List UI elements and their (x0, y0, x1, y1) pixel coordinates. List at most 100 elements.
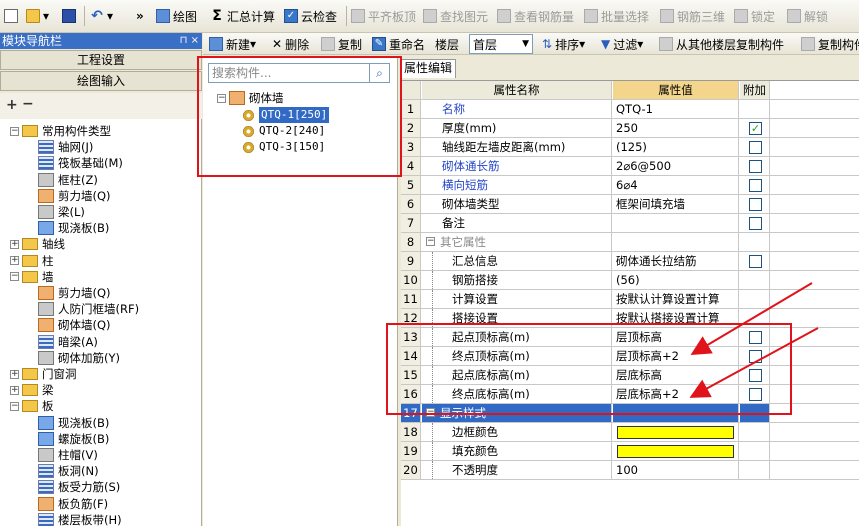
nav-tree-item[interactable]: 人防门框墙(RF) (38, 301, 139, 317)
nav-tree-item[interactable]: 楼层板带(H) (38, 512, 122, 526)
expand-icon[interactable]: + (10, 385, 19, 395)
level-top-button[interactable]: 平齐板顶 (351, 6, 416, 26)
lock-button[interactable]: 锁定 (734, 6, 775, 26)
rebar-3d-button[interactable]: 钢筋三维 (660, 6, 725, 26)
tab-property-edit[interactable]: 属性编辑 (400, 59, 456, 78)
copy-to-button[interactable]: 复制构件 (801, 34, 859, 54)
attach-checkbox[interactable] (749, 160, 762, 173)
property-value[interactable] (613, 233, 739, 251)
draw-button[interactable]: 绘图 (156, 6, 197, 26)
property-row[interactable]: 2 厚度(mm) 250 ✓ (401, 119, 859, 138)
property-row[interactable]: 5 横向短筋 6⌀4 (401, 176, 859, 195)
copy-component-button[interactable]: 复制 (321, 34, 362, 54)
collapse-icon[interactable]: − (10, 272, 19, 282)
property-row[interactable]: 18 边框颜色 (401, 423, 859, 442)
property-value[interactable] (613, 442, 739, 460)
color-swatch[interactable] (617, 426, 734, 439)
nav-tree-item[interactable]: + 梁 (10, 382, 54, 398)
collapse-icon[interactable]: − (10, 401, 19, 411)
sort-button[interactable]: ⇅ 排序 ▾ (542, 34, 585, 54)
property-value[interactable]: 2⌀6@500 (613, 157, 739, 175)
property-value[interactable]: 6⌀4 (613, 176, 739, 194)
property-value[interactable]: (125) (613, 138, 739, 156)
undo-button[interactable]: ↶ ▾ (90, 6, 113, 26)
unlock-button[interactable]: 解锁 (787, 6, 828, 26)
cloud-check-button[interactable]: ✓ 云检查 (284, 6, 337, 26)
attach-checkbox[interactable] (749, 141, 762, 154)
property-value[interactable]: 按默认计算设置计算 (613, 290, 739, 308)
sum-calc-button[interactable]: Σ 汇总计算 (210, 6, 275, 26)
collapse-icon[interactable]: − (426, 237, 435, 246)
rename-component-button[interactable]: ✎ 重命名 (372, 34, 425, 54)
nav-tree-item[interactable]: − 墙 (10, 269, 54, 285)
attach-checkbox[interactable] (749, 255, 762, 268)
property-value[interactable] (613, 423, 739, 441)
nav-tree-item[interactable]: 暗梁(A) (38, 334, 98, 350)
nav-tree-item[interactable]: 筏板基础(M) (38, 155, 123, 171)
nav-tree-item[interactable]: − 常用构件类型 (10, 123, 111, 139)
property-value[interactable]: 框架间填充墙 (613, 195, 739, 213)
nav-tree-item[interactable]: − 板 (10, 398, 54, 414)
nav-tree-item[interactable]: 剪力墙(Q) (38, 285, 111, 301)
nav-tree-item[interactable]: 现浇板(B) (38, 220, 109, 236)
property-value[interactable]: 100 (613, 461, 739, 479)
nav-tree-item[interactable]: 柱帽(V) (38, 447, 98, 463)
nav-tree-item[interactable]: 剪力墙(Q) (38, 188, 111, 204)
open-file-button[interactable]: ▾ (26, 6, 49, 26)
view-rebar-button[interactable]: 查看钢筋量 (497, 6, 574, 26)
nav-tree-item[interactable]: 框柱(Z) (38, 172, 98, 188)
toolbar-overflow[interactable]: » (136, 6, 144, 26)
property-row[interactable]: 8− 其它属性 (401, 233, 859, 252)
property-value[interactable]: 砌体通长拉结筋 (613, 252, 739, 270)
property-row[interactable]: 10 钢筋搭接 (56) (401, 271, 859, 290)
filter-button[interactable]: ▼ 过滤 ▾ (601, 34, 643, 54)
property-row[interactable]: 7 备注 (401, 214, 859, 233)
nav-tree-item[interactable]: 板负筋(F) (38, 496, 108, 512)
property-value[interactable]: 250 (613, 119, 739, 137)
collapse-icon[interactable]: − (10, 126, 19, 136)
property-row[interactable]: 6 砌体墙类型 框架间填充墙 (401, 195, 859, 214)
copy-from-floor-button[interactable]: 从其他楼层复制构件 (659, 34, 784, 54)
nav-tree-item[interactable]: 现浇板(B) (38, 415, 109, 431)
attach-checkbox[interactable] (749, 198, 762, 211)
property-value[interactable]: QTQ-1 (613, 100, 739, 118)
nav-tree-item[interactable]: 螺旋板(B) (38, 431, 109, 447)
property-row[interactable]: 19 填充颜色 (401, 442, 859, 461)
save-button[interactable] (62, 6, 79, 26)
expand-icon[interactable]: + (10, 369, 19, 379)
tab-project-settings[interactable]: 工程设置 (0, 50, 202, 70)
attach-checkbox[interactable]: ✓ (749, 122, 762, 135)
property-row[interactable]: 3 轴线距左墙皮距离(mm) (125) (401, 138, 859, 157)
batch-select-button[interactable]: 批量选择 (584, 6, 649, 26)
attach-checkbox[interactable] (749, 217, 762, 230)
color-swatch[interactable] (617, 445, 734, 458)
find-element-button[interactable]: 查找图元 (423, 6, 488, 26)
property-value[interactable]: (56) (613, 271, 739, 289)
property-row[interactable]: 9 汇总信息 砌体通长拉结筋 (401, 252, 859, 271)
nav-tree-item[interactable]: 砌体墙(Q) (38, 317, 111, 333)
nav-tree-item[interactable]: + 柱 (10, 253, 54, 269)
nav-tree-item[interactable]: 梁(L) (38, 204, 85, 220)
property-row[interactable]: 11 计算设置 按默认计算设置计算 (401, 290, 859, 309)
attach-checkbox[interactable] (749, 179, 762, 192)
nav-tree-item[interactable]: 轴网(J) (38, 139, 93, 155)
new-component-button[interactable]: 新建 ▾ (209, 34, 256, 54)
property-row[interactable]: 1 名称 QTQ-1 (401, 100, 859, 119)
tab-drawing-input[interactable]: 绘图输入 (0, 71, 202, 91)
property-value[interactable] (613, 214, 739, 232)
nav-tree-item[interactable]: 板受力筋(S) (38, 479, 120, 495)
expand-icon[interactable]: + (10, 256, 19, 266)
nav-tree-item[interactable]: 板洞(N) (38, 463, 99, 479)
property-row[interactable]: 4 砌体通长筋 2⌀6@500 (401, 157, 859, 176)
nav-tree-item[interactable]: + 门窗洞 (10, 366, 77, 382)
new-file-button[interactable] (4, 6, 21, 26)
expand-icon[interactable]: + (10, 239, 19, 249)
property-row[interactable]: 20 不透明度 100 (401, 461, 859, 480)
nav-tree-item[interactable]: + 轴线 (10, 236, 65, 252)
nav-tree-item[interactable]: 砌体加筋(Y) (38, 350, 120, 366)
expand-all-icon[interactable]: + (6, 97, 18, 113)
collapse-all-icon[interactable]: − (22, 96, 34, 112)
pin-icon[interactable]: ⊓ × (180, 33, 199, 49)
delete-component-button[interactable]: ✕ 删除 (272, 34, 309, 54)
floor-select[interactable]: 首层 ▼ (469, 34, 533, 54)
